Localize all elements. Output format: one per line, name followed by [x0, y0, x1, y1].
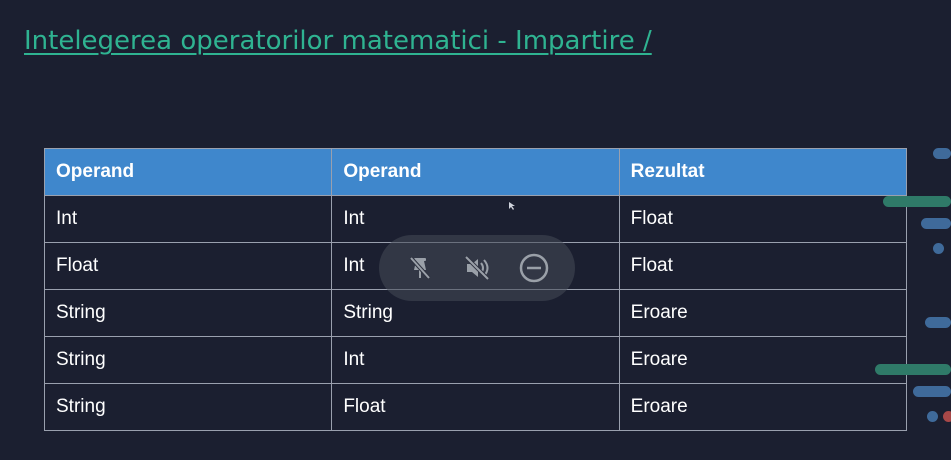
- table-cell: Eroare: [618, 336, 908, 384]
- table-row: String Int Eroare: [43, 336, 908, 384]
- slide-title: Intelegerea operatorilor matematici - Im…: [24, 26, 652, 56]
- pin-off-icon[interactable]: [402, 250, 438, 286]
- speaker-muted-icon[interactable]: [459, 250, 495, 286]
- table-row: String Float Eroare: [43, 383, 908, 431]
- table-cell: Float: [43, 242, 333, 290]
- minus-circle-icon[interactable]: [516, 250, 552, 286]
- table-cell: Float: [618, 195, 908, 243]
- table-cell: Float: [331, 383, 620, 431]
- decorative-bar: [925, 317, 951, 328]
- decorative-bar: [933, 148, 951, 159]
- table-header-row: Operand Operand Rezultat: [43, 148, 908, 196]
- table-cell: Eroare: [618, 383, 908, 431]
- table-cell: String: [43, 383, 333, 431]
- table-cell: Int: [43, 195, 333, 243]
- decorative-bar: [921, 218, 951, 229]
- table-cell: String: [43, 336, 333, 384]
- table-cell: Eroare: [618, 289, 908, 337]
- column-header: Operand: [43, 148, 333, 196]
- mouse-cursor-icon: [509, 202, 515, 210]
- table-cell: Float: [618, 242, 908, 290]
- decorative-dot: [933, 243, 944, 254]
- decorative-bar: [883, 196, 951, 207]
- table-cell: Int: [331, 336, 620, 384]
- table-cell: String: [43, 289, 333, 337]
- decorative-bar: [875, 364, 951, 375]
- decorative-bar: [913, 386, 951, 397]
- decorative-dot: [943, 411, 951, 422]
- media-controls-overlay: [379, 235, 575, 301]
- column-header: Operand: [331, 148, 620, 196]
- column-header: Rezultat: [618, 148, 908, 196]
- decorative-dot: [927, 411, 938, 422]
